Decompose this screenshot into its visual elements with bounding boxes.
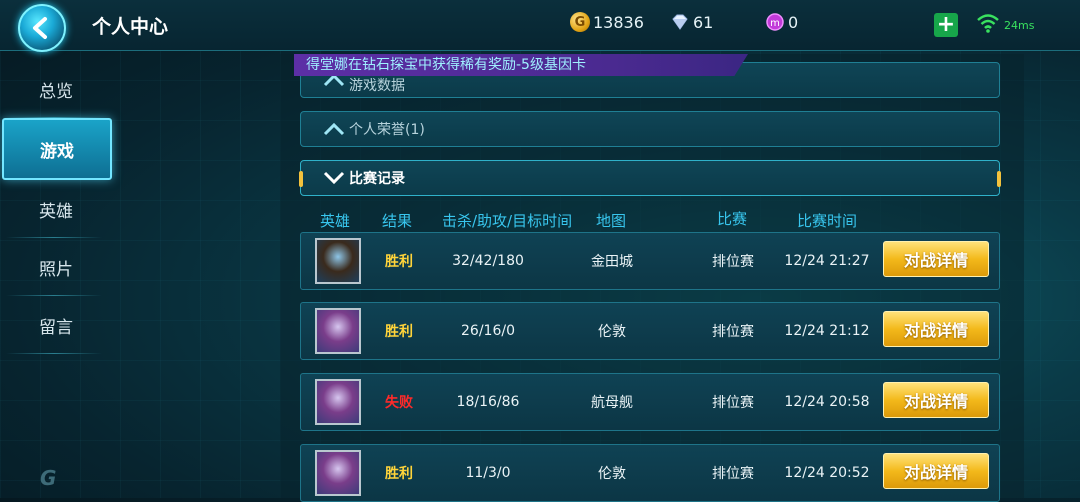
battle-details-button[interactable]: 对战详情 (883, 241, 989, 277)
purple-gem-icon: m (766, 13, 784, 31)
gold-coin-icon: G (570, 12, 590, 32)
diamond-counter: 61 (670, 12, 713, 32)
match-map: 伦敦 (598, 324, 626, 340)
back-button[interactable] (18, 4, 66, 52)
gem-counter: m 0 (765, 12, 798, 32)
match-mode: 排位赛 (712, 466, 754, 482)
section-label: 个人荣誉(1) (349, 122, 425, 138)
table-row: 胜利 26/16/0 伦敦 排位赛 12/24 21:12 对战详情 (300, 302, 1000, 360)
match-kda: 11/3/0 (465, 465, 511, 481)
match-map: 金田城 (591, 254, 633, 270)
gold-counter: G 13836 (570, 12, 644, 32)
hero-avatar (315, 379, 361, 425)
arrow-left-icon (33, 17, 47, 39)
battle-details-label: 对战详情 (903, 463, 968, 482)
sidebar-item-label: 照片 (39, 259, 73, 280)
sidebar-item-overview[interactable]: 总览 (0, 60, 112, 118)
sidebar-item-messages[interactable]: 留言 (0, 296, 112, 354)
sidebar-item-game[interactable]: 游戏 (2, 118, 112, 180)
battle-details-label: 对战详情 (903, 392, 968, 411)
table-row: 失败 18/16/86 航母舰 排位赛 12/24 20:58 对战详情 (300, 373, 1000, 431)
gem-amount: 0 (788, 12, 799, 32)
match-result: 失败 (385, 395, 413, 411)
match-mode: 排位赛 (712, 254, 754, 270)
gold-amount: 13836 (593, 12, 644, 32)
match-mode: 排位赛 (712, 324, 754, 340)
page-title: 个人中心 (92, 16, 169, 38)
sidebar-item-label: 英雄 (39, 201, 73, 222)
battle-details-button[interactable]: 对战详情 (883, 453, 989, 489)
match-result: 胜利 (385, 324, 413, 340)
section-honors[interactable]: 个人荣誉(1) (300, 111, 1000, 147)
broadcast-ticker: 得堂娜在钻石探宝中获得稀有奖励-5级基因卡 (294, 54, 748, 76)
ping-readout: 24ms (1004, 19, 1035, 32)
column-header-result: 结果 (382, 212, 413, 230)
match-result: 胜利 (385, 254, 413, 270)
column-header-time: 比赛时间 (797, 212, 858, 230)
match-mode: 排位赛 (712, 395, 754, 411)
match-result: 胜利 (385, 466, 413, 482)
chevron-down-icon (323, 171, 345, 185)
battle-details-label: 对战详情 (903, 251, 968, 270)
battle-details-label: 对战详情 (903, 321, 968, 340)
column-header-hero: 英雄 (320, 212, 351, 230)
sidebar-item-photos[interactable]: 照片 (0, 238, 112, 296)
battle-details-button[interactable]: 对战详情 (883, 382, 989, 418)
battle-details-button[interactable]: 对战详情 (883, 311, 989, 347)
match-time: 12/24 21:27 (784, 253, 870, 269)
match-time: 12/24 20:52 (784, 465, 870, 481)
diamond-icon (672, 14, 688, 30)
hero-avatar (315, 450, 361, 496)
section-match-records[interactable]: 比赛记录 (299, 160, 1001, 196)
section-label: 游戏数据 (349, 78, 405, 94)
wifi-icon (977, 14, 999, 33)
hero-avatar (315, 308, 361, 354)
game-logo-icon: G (40, 466, 57, 490)
section-label: 比赛记录 (349, 171, 405, 187)
match-map: 伦敦 (598, 466, 626, 482)
column-header-kda: 击杀/助攻/目标时间 (442, 212, 573, 230)
plus-icon: + (936, 12, 956, 37)
sidebar-item-label: 总览 (39, 81, 73, 102)
diamond-amount: 61 (693, 12, 714, 32)
sidebar-item-label: 留言 (39, 317, 73, 338)
match-time: 12/24 21:12 (784, 323, 870, 339)
sidebar: 总览 游戏 英雄 照片 留言 (0, 60, 112, 354)
match-kda: 18/16/86 (456, 394, 520, 410)
table-row: 胜利 11/3/0 伦敦 排位赛 12/24 20:52 对战详情 (300, 444, 1000, 502)
chevron-up-icon (323, 122, 345, 136)
hero-avatar (315, 238, 361, 284)
match-time: 12/24 20:58 (784, 394, 870, 410)
svg-text:m: m (770, 18, 780, 29)
column-header-mode: 比赛 (717, 210, 748, 228)
add-currency-button[interactable]: + (934, 13, 958, 37)
match-kda: 32/42/180 (452, 253, 524, 269)
sidebar-item-label: 游戏 (40, 141, 74, 162)
match-kda: 26/16/0 (461, 323, 515, 339)
sidebar-item-heroes[interactable]: 英雄 (0, 180, 112, 238)
match-map: 航母舰 (591, 395, 633, 411)
column-header-map: 地图 (596, 212, 627, 230)
table-row: 胜利 32/42/180 金田城 排位赛 12/24 21:27 对战详情 (300, 232, 1000, 290)
top-bar: 个人中心 G 13836 61 m 0 + 24ms (0, 0, 1080, 52)
